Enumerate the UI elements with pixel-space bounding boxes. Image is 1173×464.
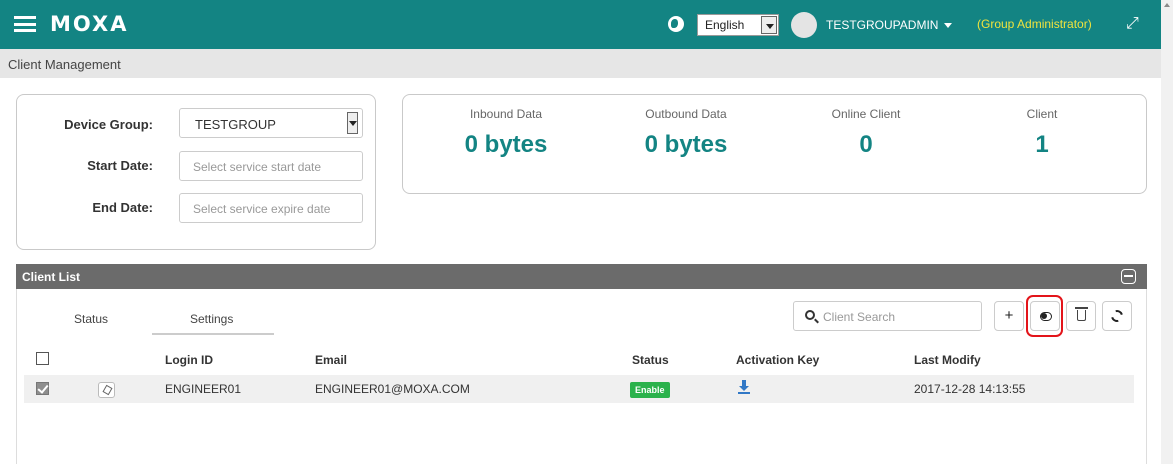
- stat-label: Client: [1026, 107, 1058, 121]
- stat-value: 1: [1035, 131, 1049, 158]
- stat-value: 0: [859, 131, 873, 158]
- stats-panel: Inbound Data 0 bytes Outbound Data 0 byt…: [402, 94, 1147, 194]
- stat-label: Outbound Data: [645, 107, 727, 121]
- language-select-value: English: [705, 18, 745, 32]
- username-label: TESTGROUPADMIN: [826, 18, 939, 32]
- tab-settings[interactable]: Settings: [190, 312, 233, 326]
- end-date-label: End Date:: [92, 200, 153, 215]
- stat-label: Inbound Data: [469, 107, 543, 121]
- chevron-down-icon: [761, 16, 777, 34]
- stat-label: Online Client: [831, 107, 901, 121]
- search-icon: [805, 310, 815, 320]
- user-menu[interactable]: TESTGROUPADMIN: [826, 18, 953, 32]
- stat-outbound-data: Outbound Data 0 bytes: [593, 107, 779, 159]
- globe-icon: [668, 16, 684, 32]
- filter-panel: Device Group: TESTGROUP Start Date: Sele…: [16, 94, 376, 250]
- language-select[interactable]: English: [697, 14, 779, 36]
- row-checkbox[interactable]: [36, 382, 49, 395]
- column-header-login-id[interactable]: Login ID: [165, 353, 213, 367]
- fullscreen-expand-icon[interactable]: ⤢: [1126, 15, 1144, 33]
- cell-email: ENGINEER01@MOXA.COM: [315, 382, 470, 396]
- start-date-field[interactable]: Select service start date: [179, 151, 363, 181]
- stat-client: Client 1: [949, 107, 1135, 159]
- end-date-field[interactable]: Select service expire date: [179, 193, 363, 223]
- delete-client-button[interactable]: [1066, 301, 1096, 331]
- page-scrollbar[interactable]: [1161, 0, 1173, 464]
- edit-icon[interactable]: [98, 382, 115, 398]
- device-group-label: Device Group:: [64, 117, 153, 132]
- status-badge: Enable: [630, 382, 670, 398]
- highlight-annotation: [1026, 295, 1063, 337]
- column-header-activation-key[interactable]: Activation Key: [736, 353, 819, 367]
- breadcrumb: Client Management: [0, 49, 1161, 78]
- chevron-down-icon: [347, 112, 358, 134]
- device-group-value: TESTGROUP: [195, 117, 276, 132]
- cell-last-modify: 2017-12-28 14:13:55: [914, 382, 1026, 396]
- top-navbar: MOXA English TESTGROUPADMIN (Group Admin…: [0, 0, 1161, 49]
- stat-value: 0 bytes: [644, 131, 728, 158]
- breadcrumb-item: Client Management: [8, 57, 121, 72]
- moxa-logo: MOXA: [50, 12, 129, 36]
- column-header-email[interactable]: Email: [315, 353, 347, 367]
- trash-icon: [1075, 307, 1088, 321]
- add-client-button[interactable]: +: [994, 301, 1024, 331]
- avatar[interactable]: [791, 12, 817, 38]
- select-all-checkbox[interactable]: [36, 352, 49, 365]
- stat-inbound-data: Inbound Data 0 bytes: [413, 107, 599, 159]
- client-list-title: Client List: [22, 270, 81, 284]
- tab-status[interactable]: Status: [74, 312, 108, 326]
- download-icon[interactable]: [738, 380, 750, 394]
- caret-down-icon: [944, 23, 953, 29]
- device-group-select[interactable]: TESTGROUP: [179, 108, 363, 138]
- refresh-icon: [1108, 307, 1126, 325]
- column-header-status[interactable]: Status: [632, 353, 669, 367]
- collapse-icon[interactable]: [1121, 269, 1136, 284]
- active-tab-indicator: [152, 333, 274, 335]
- stat-value: 0 bytes: [464, 131, 548, 158]
- client-search-input[interactable]: Client Search: [793, 301, 982, 331]
- column-header-last-modify[interactable]: Last Modify: [914, 353, 981, 367]
- refresh-button[interactable]: [1102, 301, 1132, 331]
- client-list-header: Client List: [16, 264, 1147, 289]
- hamburger-menu-icon[interactable]: [14, 16, 36, 32]
- stat-online-client: Online Client 0: [773, 107, 959, 159]
- user-role: (Group Administrator): [977, 17, 1092, 31]
- cell-login-id: ENGINEER01: [165, 382, 242, 396]
- client-search-placeholder: Client Search: [823, 310, 896, 324]
- start-date-label: Start Date:: [87, 158, 153, 173]
